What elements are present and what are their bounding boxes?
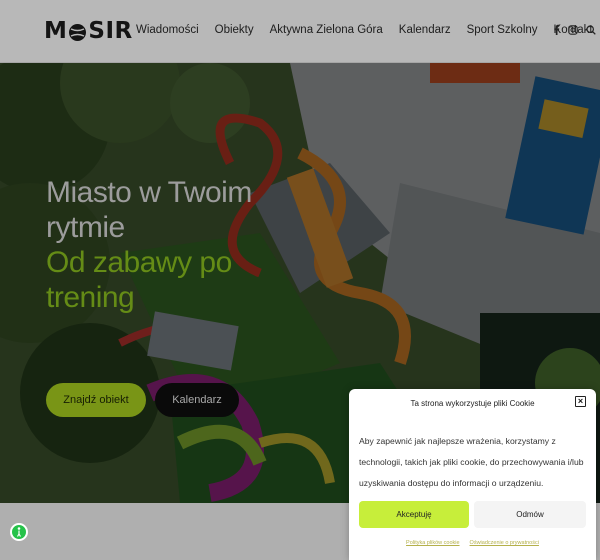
nav-item-sport-szkolny[interactable]: Sport Szkolny <box>467 24 538 36</box>
logo-text-right: SIR <box>88 18 133 44</box>
facebook-icon[interactable] <box>553 24 560 35</box>
instagram-icon[interactable] <box>568 24 578 35</box>
social-links <box>553 24 596 35</box>
logo[interactable]: M SIR <box>44 18 133 44</box>
hero-line-2: rytmie <box>46 211 125 244</box>
accept-cookies-button[interactable]: Akceptuję <box>359 501 469 528</box>
privacy-statement-link[interactable]: Oświadczenie o prywatności <box>470 540 539 546</box>
main-nav: Wiadomości Obiekty Aktywna Zielona Góra … <box>136 24 600 36</box>
cookie-links: Polityka plików cookie Oświadczenie o pr… <box>349 540 596 546</box>
hero-line-3: Od zabawy po <box>46 246 232 279</box>
calendar-button[interactable]: Kalendarz <box>155 383 239 417</box>
logo-text-left: M <box>44 18 68 44</box>
cookie-consent-dialog: Ta strona wykorzystuje pliki Cookie × Ab… <box>349 389 596 560</box>
cookie-title: Ta strona wykorzystuje pliki Cookie <box>410 399 535 408</box>
find-facility-button[interactable]: Znajdź obiekt <box>46 383 146 417</box>
logo-ball-icon <box>68 22 87 41</box>
cookie-policy-link[interactable]: Polityka plików cookie <box>406 540 460 546</box>
site-header: M SIR Wiadomości Obiekty Aktywna Zielona… <box>0 0 600 63</box>
cookie-body-text: Aby zapewnić jak najlepsze wrażenia, kor… <box>359 436 584 488</box>
nav-item-wiadomosci[interactable]: Wiadomości <box>136 24 199 36</box>
hero-heading: Miasto w Twoim rytmie Od zabawy po treni… <box>46 175 252 315</box>
search-icon[interactable] <box>586 24 596 35</box>
hero-line-1: Miasto w Twoim <box>46 176 252 209</box>
accessibility-icon[interactable] <box>10 523 28 541</box>
nav-item-aktywna-zielona-gora[interactable]: Aktywna Zielona Góra <box>270 24 383 36</box>
close-icon[interactable]: × <box>575 396 586 407</box>
nav-item-kalendarz[interactable]: Kalendarz <box>399 24 451 36</box>
hero-line-4: trening <box>46 281 135 314</box>
deny-cookies-button[interactable]: Odmów <box>474 501 586 528</box>
nav-item-obiekty[interactable]: Obiekty <box>215 24 254 36</box>
